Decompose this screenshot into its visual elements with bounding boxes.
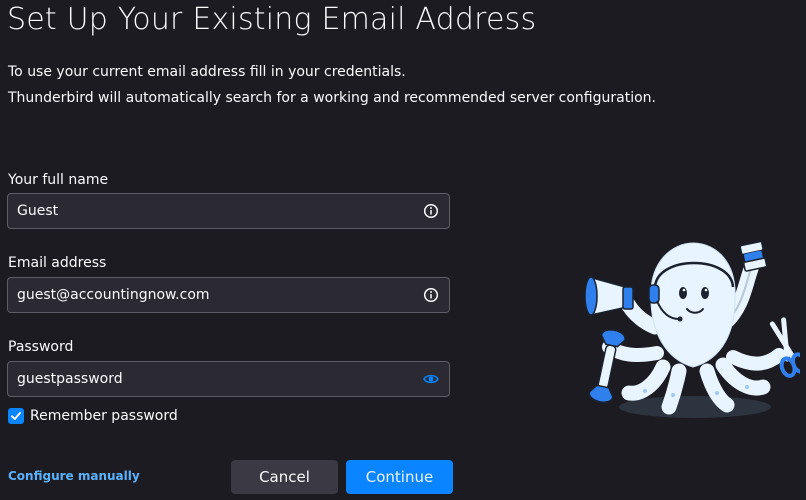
description-line-1: To use your current email address fill i…: [8, 64, 406, 80]
info-icon[interactable]: [423, 287, 439, 303]
password-field-container: [7, 361, 450, 397]
password-input[interactable]: [8, 362, 408, 396]
eye-icon[interactable]: [423, 371, 439, 387]
remember-password-row[interactable]: Remember password: [8, 407, 178, 425]
full-name-label: Your full name: [8, 172, 109, 188]
full-name-field-container: [7, 193, 450, 229]
checkmark-icon: [11, 412, 21, 420]
email-field-container: [7, 277, 450, 313]
full-name-input[interactable]: [8, 194, 408, 228]
octopus-mascot-illustration: [585, 240, 800, 418]
email-label: Email address: [8, 255, 107, 271]
account-setup-page: Set Up Your Existing Email Address To us…: [0, 0, 806, 500]
description-line-2: Thunderbird will automatically search fo…: [8, 90, 656, 106]
remember-password-checkbox[interactable]: [8, 408, 24, 424]
continue-button[interactable]: Continue: [346, 460, 453, 494]
cancel-button[interactable]: Cancel: [231, 460, 338, 494]
page-title: Set Up Your Existing Email Address: [7, 2, 537, 37]
email-input[interactable]: [8, 278, 408, 312]
password-label: Password: [8, 339, 74, 355]
configure-manually-link[interactable]: Configure manually: [8, 469, 140, 483]
remember-password-label: Remember password: [30, 408, 178, 424]
info-icon[interactable]: [423, 203, 439, 219]
